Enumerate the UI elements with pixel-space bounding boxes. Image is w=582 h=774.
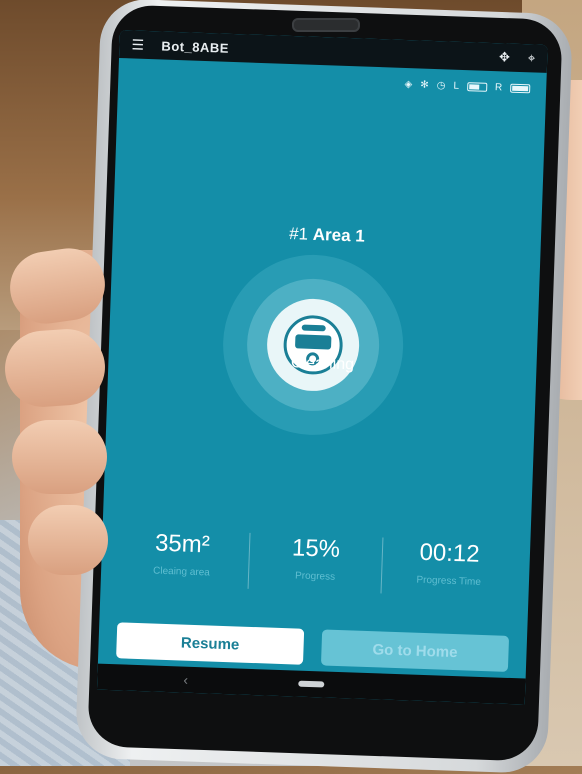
- l-battery: [466, 81, 488, 92]
- move-icon[interactable]: ✥: [499, 49, 510, 65]
- finger: [28, 505, 108, 575]
- stats-panel: 35m² Cleaing area 15% Progress 00:12 Pro…: [114, 528, 517, 599]
- stat-label: Progress Time: [416, 574, 482, 588]
- home-pill[interactable]: [298, 680, 325, 688]
- go-home-button[interactable]: Go to Home: [320, 629, 510, 672]
- l-label: L: [453, 80, 460, 92]
- r-battery: [510, 83, 531, 93]
- menu-icon[interactable]: ☰: [131, 36, 148, 54]
- stat-progress: 15% Progress: [248, 532, 384, 594]
- action-buttons: Resume Go to Home: [116, 622, 510, 672]
- phone-speaker: [292, 18, 360, 32]
- location-icon[interactable]: ⌖: [528, 50, 536, 66]
- stat-value: 35m²: [154, 529, 211, 559]
- phone-screen: ☰ Bot_8ABE ✥ ⌖ ◈ ✻ ◷ L R #1 Area 1 Clean…: [96, 30, 548, 705]
- stat-value: 15%: [291, 534, 341, 563]
- stat-label: Progress: [294, 570, 336, 583]
- back-icon[interactable]: ‹: [183, 672, 188, 688]
- r-label: R: [494, 81, 503, 93]
- fan-icon: ✻: [420, 79, 429, 91]
- finger: [12, 420, 107, 494]
- stat-value: 00:12: [419, 538, 481, 568]
- stat-cleaning-area: 35m² Cleaing area: [114, 528, 251, 589]
- area-name: Area 1: [312, 224, 366, 246]
- robot-indicator: [220, 251, 407, 439]
- stat-progress-time: 00:12 Progress Time: [382, 538, 517, 599]
- area-title: #1 Area 1: [113, 218, 541, 253]
- target-icon: ◈: [404, 78, 413, 90]
- resume-button[interactable]: Resume: [116, 622, 305, 665]
- timer-icon: ◷: [436, 79, 446, 91]
- stat-label: Cleaing area: [152, 565, 210, 579]
- area-number: #1: [288, 224, 309, 244]
